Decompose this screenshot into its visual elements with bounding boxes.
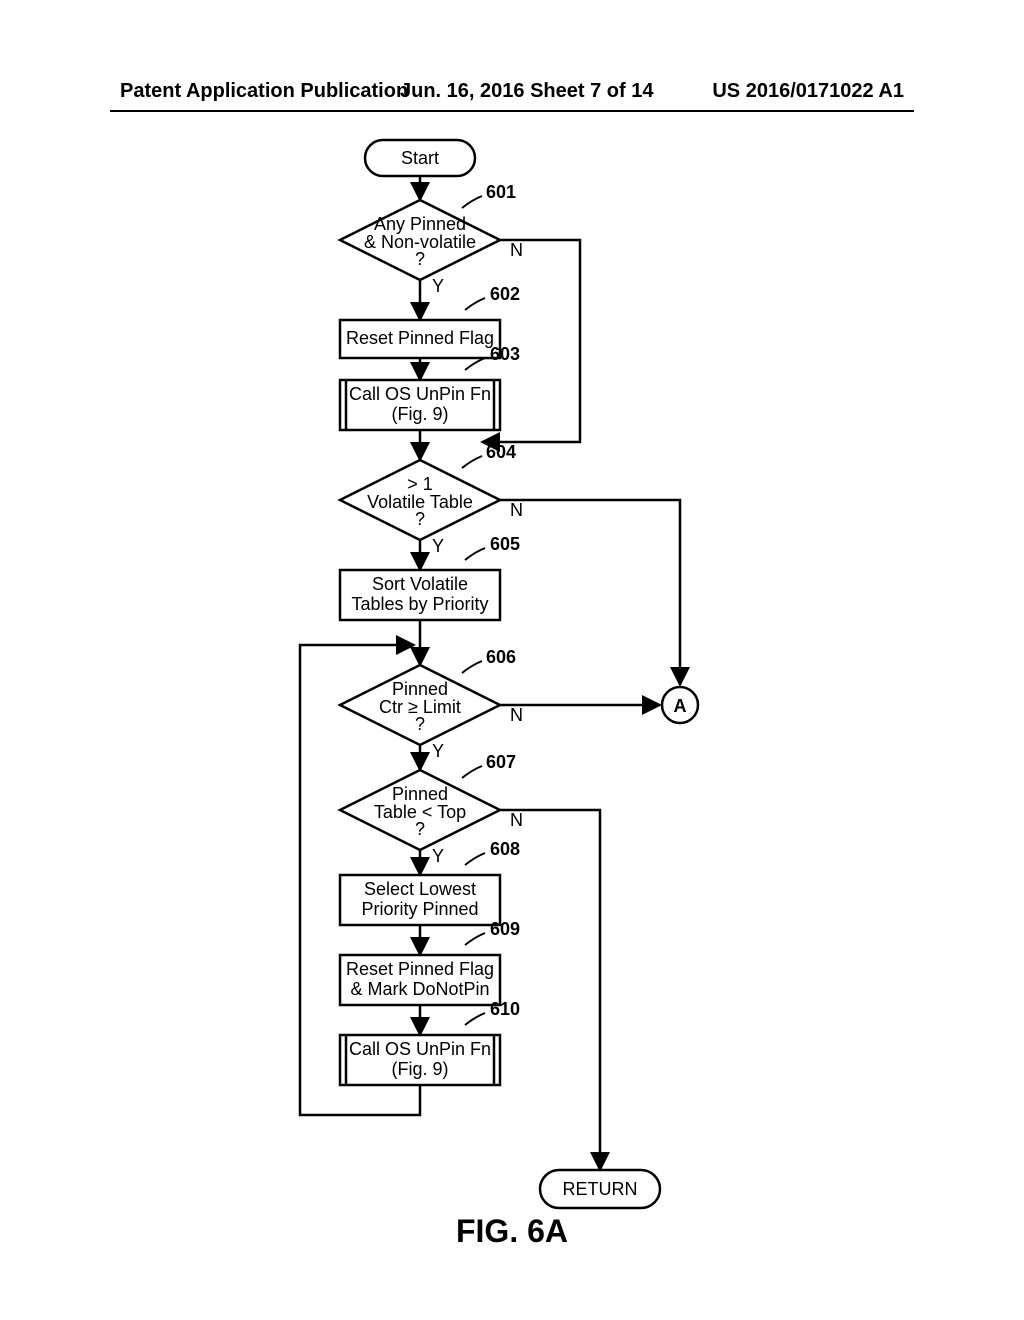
svg-text:?: ? [415, 249, 425, 269]
ref-608: 608 [490, 839, 520, 859]
node-start: Start [365, 140, 475, 176]
node-605: Sort Volatile Tables by Priority [340, 570, 500, 620]
svg-text:> 1: > 1 [407, 474, 433, 494]
svg-text:Call OS UnPin Fn: Call OS UnPin Fn [349, 1039, 491, 1059]
svg-text:(Fig. 9): (Fig. 9) [391, 1059, 448, 1079]
ref-607: 607 [486, 752, 516, 772]
ref-605: 605 [490, 534, 520, 554]
svg-text:(Fig. 9): (Fig. 9) [391, 404, 448, 424]
node-608: Select Lowest Priority Pinned [340, 875, 500, 925]
svg-text:N: N [510, 705, 523, 725]
node-610: Call OS UnPin Fn (Fig. 9) [340, 1035, 500, 1085]
node-606: Pinned Ctr ≥ Limit ? [340, 665, 500, 745]
ref-610: 610 [490, 999, 520, 1019]
svg-text:Y: Y [432, 741, 444, 761]
svg-text:?: ? [415, 714, 425, 734]
node-609: Reset Pinned Flag & Mark DoNotPin [340, 955, 500, 1005]
flowchart: Start Any Pinned & Non-volatile ? 601 Y … [0, 130, 1024, 1250]
ref-602: 602 [490, 284, 520, 304]
svg-text:N: N [510, 500, 523, 520]
svg-text:Any Pinned: Any Pinned [374, 214, 466, 234]
patent-header: Patent Application Publication Jun. 16, … [0, 80, 1024, 88]
svg-text:?: ? [415, 819, 425, 839]
header-right: US 2016/0171022 A1 [712, 80, 904, 103]
svg-text:Call OS UnPin Fn: Call OS UnPin Fn [349, 384, 491, 404]
svg-text:?: ? [415, 509, 425, 529]
svg-text:Priority Pinned: Priority Pinned [361, 899, 478, 919]
header-rule [110, 110, 914, 112]
svg-text:Tables by Priority: Tables by Priority [351, 594, 488, 614]
start-label: Start [401, 148, 439, 168]
svg-text:Reset Pinned Flag: Reset Pinned Flag [346, 959, 494, 979]
node-604: > 1 Volatile Table ? [340, 460, 500, 540]
header-mid: Jun. 16, 2016 Sheet 7 of 14 [400, 80, 653, 103]
ref-606: 606 [486, 647, 516, 667]
ref-603: 603 [490, 344, 520, 364]
svg-text:Sort Volatile: Sort Volatile [372, 574, 468, 594]
ref-601: 601 [486, 182, 516, 202]
return-label: RETURN [563, 1179, 638, 1199]
node-601: Any Pinned & Non-volatile ? [340, 200, 500, 280]
svg-text:N: N [510, 810, 523, 830]
connector-A: A [662, 687, 698, 723]
svg-text:Pinned: Pinned [392, 679, 448, 699]
svg-text:Reset Pinned Flag: Reset Pinned Flag [346, 328, 494, 348]
page: Patent Application Publication Jun. 16, … [0, 0, 1024, 1320]
node-return: RETURN [540, 1170, 660, 1208]
ref-604: 604 [486, 442, 516, 462]
svg-text:Y: Y [432, 276, 444, 296]
node-603: Call OS UnPin Fn (Fig. 9) [340, 380, 500, 430]
svg-text:N: N [510, 240, 523, 260]
ref-609: 609 [490, 919, 520, 939]
node-607: Pinned Table < Top ? [340, 770, 500, 850]
figure-caption: FIG. 6A [0, 1213, 1024, 1250]
svg-text:Y: Y [432, 536, 444, 556]
node-602: Reset Pinned Flag [340, 320, 500, 358]
svg-text:A: A [674, 696, 687, 716]
svg-text:Y: Y [432, 846, 444, 866]
header-left: Patent Application Publication [120, 80, 408, 103]
svg-text:& Mark DoNotPin: & Mark DoNotPin [350, 979, 489, 999]
svg-text:Pinned: Pinned [392, 784, 448, 804]
svg-text:Select Lowest: Select Lowest [364, 879, 476, 899]
